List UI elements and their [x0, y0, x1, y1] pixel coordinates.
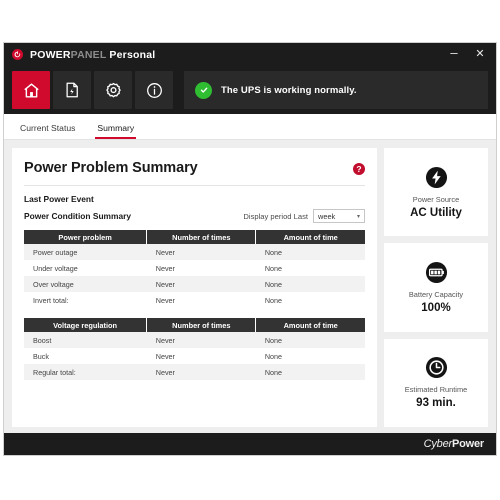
table-header-row: Power problem Number of times Amount of … — [24, 230, 365, 244]
info-icon — [145, 81, 164, 100]
window-title: POWERPANEL Personal — [30, 49, 155, 61]
cell-duration: None — [264, 351, 283, 361]
header-divider — [24, 185, 365, 186]
battery-capacity-value: 100% — [421, 301, 451, 314]
cell-duration: None — [264, 279, 283, 289]
cell-label: Under voltage — [33, 263, 78, 273]
tab-bar: Current Status Summary — [4, 114, 496, 140]
cyberpower-logo-icon — [12, 49, 23, 60]
main-toolbar: The UPS is working normally. — [4, 66, 496, 114]
cell-count: Never — [155, 247, 175, 257]
toolbar-button-information[interactable] — [135, 71, 173, 109]
title-bar: POWERPANEL Personal – ✕ — [4, 43, 496, 66]
power-source-label: Power Source — [412, 194, 460, 204]
cell-label: Power outage — [33, 247, 78, 257]
card-header: Power Problem Summary ? — [24, 160, 365, 176]
cell-duration: None — [264, 263, 283, 273]
toolbar-button-report[interactable] — [53, 71, 91, 109]
cell-label: Invert total: — [33, 295, 69, 305]
cyberpower-wordmark: CyberPower — [423, 438, 485, 450]
cell-count: Never — [155, 279, 175, 289]
cell-count: Never — [155, 335, 175, 345]
cell-count: Never — [155, 351, 175, 361]
ups-status-text: The UPS is working normally. — [221, 84, 357, 96]
cell-label: Regular total: — [33, 367, 76, 377]
tab-current-status[interactable]: Current Status — [18, 124, 77, 139]
page-title: Power Problem Summary — [24, 160, 198, 176]
check-circle-icon — [195, 81, 212, 99]
table-row: Boost Never None — [24, 332, 365, 348]
content-area: Power Problem Summary ? Last Power Event… — [4, 140, 496, 433]
estimated-runtime-card: Estimated Runtime 93 min. — [384, 338, 488, 427]
cell-count: Never — [155, 263, 175, 273]
estimated-runtime-value: 93 min. — [416, 397, 456, 410]
wordmark-power: Power — [451, 438, 484, 450]
cell-duration: None — [264, 367, 283, 377]
window-controls: – ✕ — [442, 44, 492, 65]
display-period-select[interactable]: week ▾ — [313, 209, 365, 223]
power-problem-table: Power problem Number of times Amount of … — [24, 230, 365, 308]
table-row: Buck Never None — [24, 348, 365, 364]
table-row: Power outage Never None — [24, 244, 365, 260]
document-bolt-icon — [63, 81, 81, 99]
voltage-regulation-table: Voltage regulation Number of times Amoun… — [24, 318, 365, 380]
minimize-button[interactable]: – — [442, 44, 466, 65]
chevron-down-icon: ▾ — [356, 213, 360, 220]
toolbar-button-settings[interactable] — [94, 71, 132, 109]
tab-summary[interactable]: Summary — [95, 124, 137, 139]
table-row: Invert total: Never None — [24, 292, 365, 308]
close-button[interactable]: ✕ — [468, 44, 492, 65]
col-voltage-regulation: Voltage regulation — [24, 318, 148, 332]
home-icon — [22, 81, 41, 100]
display-period-label: Display period Last — [243, 211, 308, 221]
cell-label: Buck — [33, 351, 49, 361]
clock-icon — [425, 356, 448, 379]
toolbar-button-home[interactable] — [12, 71, 50, 109]
title-panel: PANEL — [70, 48, 107, 61]
table-row: Regular total: Never None — [24, 364, 365, 380]
col-amount-of-time: Amount of time — [255, 318, 365, 332]
table-row: Under voltage Never None — [24, 260, 365, 276]
battery-capacity-label: Battery Capacity — [408, 289, 464, 299]
table-header-row: Voltage regulation Number of times Amoun… — [24, 318, 365, 332]
battery-icon — [425, 261, 448, 284]
cell-duration: None — [264, 335, 283, 345]
col-number-of-times: Number of times — [146, 318, 257, 332]
col-number-of-times: Number of times — [146, 230, 257, 244]
display-period-value: week — [318, 211, 336, 221]
power-condition-row: Power Condition Summary Display period L… — [24, 209, 365, 223]
powerpanel-window: POWERPANEL Personal – ✕ The UPS is worki… — [4, 43, 496, 455]
ups-status-bar: The UPS is working normally. — [184, 71, 488, 109]
help-icon[interactable]: ? — [353, 163, 365, 175]
power-source-card: Power Source AC Utility — [384, 148, 488, 237]
gear-icon — [104, 81, 123, 100]
cell-label: Over voltage — [33, 279, 74, 289]
title-power: POWER — [30, 48, 71, 61]
cell-count: Never — [155, 367, 175, 377]
power-problem-summary-card: Power Problem Summary ? Last Power Event… — [12, 148, 377, 427]
table-spacer — [24, 308, 365, 318]
cell-duration: None — [264, 295, 283, 305]
power-condition-label: Power Condition Summary — [24, 211, 132, 221]
display-period-control: Display period Last week ▾ — [243, 209, 365, 223]
cell-count: Never — [155, 295, 175, 305]
power-source-value: AC Utility — [410, 206, 462, 219]
last-power-event-label: Last Power Event — [24, 194, 94, 204]
table-row: Over voltage Never None — [24, 276, 365, 292]
power-bolt-icon — [425, 166, 448, 189]
title-personal: Personal — [106, 48, 156, 61]
col-power-problem: Power problem — [24, 230, 148, 244]
col-amount-of-time: Amount of time — [255, 230, 365, 244]
battery-capacity-card: Battery Capacity 100% — [384, 243, 488, 332]
footer-bar: CyberPower — [4, 433, 496, 455]
status-cards-column: Power Source AC Utility Battery Capacity… — [384, 148, 488, 427]
cell-duration: None — [264, 247, 283, 257]
cell-label: Boost — [33, 335, 52, 345]
estimated-runtime-label: Estimated Runtime — [404, 385, 468, 395]
wordmark-cyber: Cyber — [423, 438, 453, 450]
